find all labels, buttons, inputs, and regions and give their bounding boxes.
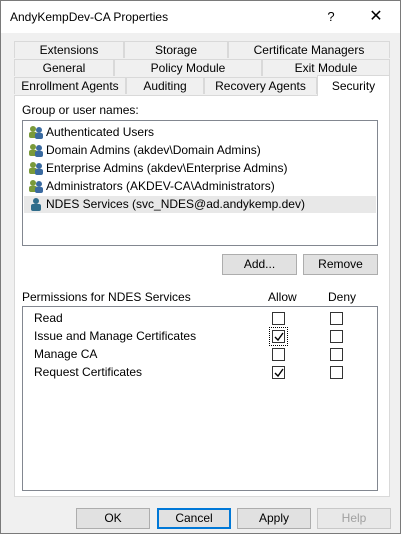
user-name: Enterprise Admins (akdev\Enterprise Admi… [46,161,288,175]
group-label: Group or user names: [22,103,139,117]
user-name: Authenticated Users [46,125,155,139]
security-panel: Group or user names: Authenticated Users… [14,95,390,497]
checkmark-icon [274,332,284,342]
user-list[interactable]: Authenticated Users Domain Admins (akdev… [22,120,378,246]
deny-checkbox-issue-manage[interactable] [330,330,343,343]
permission-name: Request Certificates [34,365,143,379]
ok-button[interactable]: OK [76,508,150,529]
checkmark-icon [274,368,284,378]
cancel-button[interactable]: Cancel [157,508,231,529]
allow-checkbox-issue-manage[interactable] [269,327,288,346]
list-item[interactable]: Authenticated Users [28,124,154,141]
allow-header: Allow [268,290,297,304]
list-item[interactable]: Enterprise Admins (akdev\Enterprise Admi… [28,160,287,177]
tab-enrollment-agents[interactable]: Enrollment Agents [14,77,126,94]
deny-header: Deny [328,290,357,304]
user-name: Administrators (AKDEV-CA\Administrators) [46,179,275,193]
tab-storage[interactable]: Storage [124,41,228,58]
permission-name: Read [34,311,63,325]
title-bar: AndyKempDev-CA Properties ? ✕ [1,1,400,33]
user-icon [28,197,44,211]
tab-auditing[interactable]: Auditing [126,77,204,94]
apply-button[interactable]: Apply [237,508,311,529]
help-button[interactable]: Help [317,508,391,529]
group-icon [28,125,44,139]
list-item-selected[interactable]: NDES Services (svc_NDES@ad.andykemp.dev) [24,196,376,213]
permissions-label: Permissions for NDES Services [22,290,191,304]
deny-checkbox-request-certs[interactable] [330,366,343,379]
tab-security[interactable]: Security [317,75,390,96]
permission-name: Issue and Manage Certificates [34,329,197,343]
tab-recovery-agents[interactable]: Recovery Agents [204,77,317,94]
user-name: NDES Services (svc_NDES@ad.andykemp.dev) [46,197,305,211]
add-button[interactable]: Add... [222,254,297,275]
list-item[interactable]: Administrators (AKDEV-CA\Administrators) [28,178,275,195]
permissions-list: Read Issue and Manage Certificates Manag… [22,306,378,491]
tab-exit-module[interactable]: Exit Module [262,59,390,76]
tab-certificate-managers[interactable]: Certificate Managers [228,41,390,58]
user-name: Domain Admins (akdev\Domain Admins) [46,143,261,157]
allow-checkbox-request-certs[interactable] [272,366,285,379]
window-title: AndyKempDev-CA Properties [10,10,169,24]
deny-checkbox-manage-ca[interactable] [330,348,343,361]
tab-policy-module[interactable]: Policy Module [114,59,262,76]
list-item[interactable]: Domain Admins (akdev\Domain Admins) [28,142,261,159]
group-icon [28,143,44,157]
close-icon[interactable]: ✕ [361,5,391,29]
tab-general[interactable]: General [14,59,114,76]
allow-checkbox-read[interactable] [272,312,285,325]
remove-button[interactable]: Remove [303,254,378,275]
deny-checkbox-read[interactable] [330,312,343,325]
group-icon [28,179,44,193]
properties-dialog: AndyKempDev-CA Properties ? ✕ Extensions… [0,0,401,534]
allow-checkbox-manage-ca[interactable] [272,348,285,361]
group-icon [28,161,44,175]
help-icon[interactable]: ? [316,5,346,29]
tab-extensions[interactable]: Extensions [14,41,124,58]
permission-name: Manage CA [34,347,98,361]
